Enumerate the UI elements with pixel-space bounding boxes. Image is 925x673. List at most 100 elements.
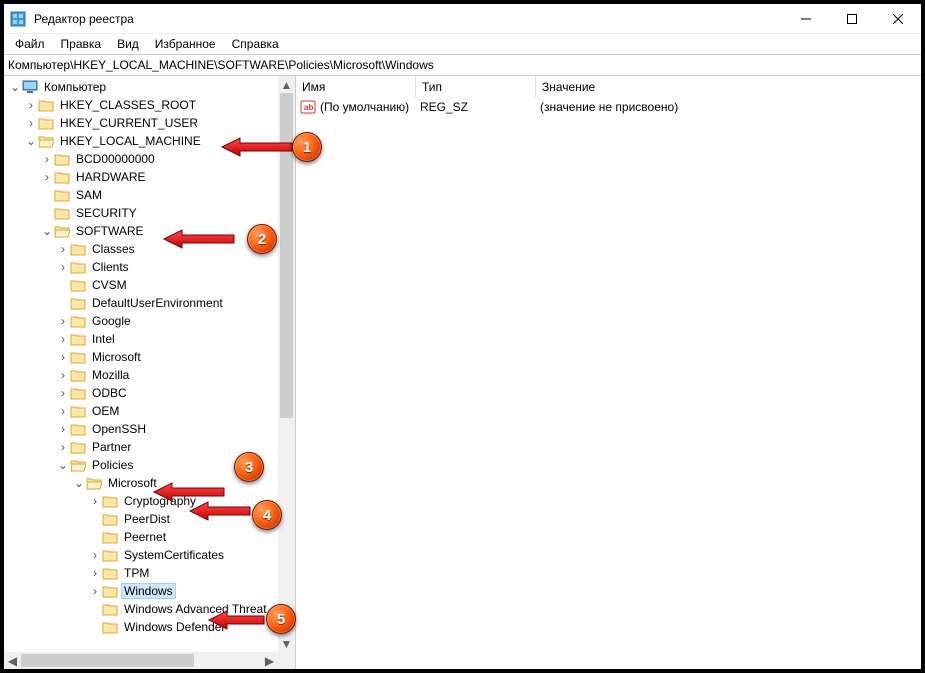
tree-item-sw[interactable]: ⌄ SOFTWARE <box>6 222 278 240</box>
menu-favorites[interactable]: Избранное <box>148 35 223 53</box>
expand-toggle[interactable]: › <box>40 152 54 166</box>
tree-item-hklm[interactable]: ⌄ HKEY_LOCAL_MACHINE <box>6 132 278 150</box>
menu-edit[interactable]: Правка <box>54 35 109 53</box>
tree-item-google[interactable]: › Google <box>6 312 278 330</box>
svg-text:ab: ab <box>304 103 313 112</box>
tree-item-pms[interactable]: ⌄ Microsoft <box>6 474 278 492</box>
minimize-button[interactable] <box>783 4 829 34</box>
expand-toggle[interactable]: › <box>56 260 70 274</box>
tree-item-peerdist[interactable]: PeerDist <box>6 510 278 528</box>
expand-toggle[interactable]: › <box>56 404 70 418</box>
scroll-corner <box>278 652 295 669</box>
tree-item-root[interactable]: ⌄ Компьютер <box>6 78 278 96</box>
tree-item-syscert[interactable]: › SystemCertificates <box>6 546 278 564</box>
folder-icon <box>70 422 86 436</box>
folder-icon <box>70 458 86 472</box>
window-title: Редактор реестра <box>34 12 134 26</box>
expand-toggle[interactable]: › <box>56 386 70 400</box>
tree-vertical-scrollbar[interactable]: ▲ ▼ <box>278 76 295 652</box>
close-button[interactable] <box>875 4 921 34</box>
tree-item-cvsm[interactable]: CVSM <box>6 276 278 294</box>
tree-label: Cryptography <box>122 494 198 508</box>
tree-item-odbc[interactable]: › ODBC <box>6 384 278 402</box>
tree-item-classes[interactable]: › Classes <box>6 240 278 258</box>
registry-editor-window: Редактор реестра Файл Правка Вид Избранн… <box>0 0 925 673</box>
tree-item-oem[interactable]: › OEM <box>6 402 278 420</box>
tree-label: Clients <box>90 260 131 274</box>
expand-toggle[interactable]: › <box>56 422 70 436</box>
folder-icon <box>54 224 70 238</box>
expand-toggle[interactable]: › <box>88 548 102 562</box>
expand-toggle[interactable]: ⌄ <box>56 458 70 472</box>
expand-toggle[interactable]: › <box>88 566 102 580</box>
tree-item-sec[interactable]: SECURITY <box>6 204 278 222</box>
tree-item-hkcr[interactable]: › HKEY_CLASSES_ROOT <box>6 96 278 114</box>
expand-toggle[interactable]: › <box>56 368 70 382</box>
tree-item-partner[interactable]: › Partner <box>6 438 278 456</box>
tree-label: Policies <box>90 458 135 472</box>
expand-toggle[interactable]: ⌄ <box>72 476 86 490</box>
tree-item-openssh[interactable]: › OpenSSH <box>6 420 278 438</box>
tree-item-crypt[interactable]: › Cryptography <box>6 492 278 510</box>
tree-item-ms[interactable]: › Microsoft <box>6 348 278 366</box>
expand-toggle[interactable]: › <box>40 170 54 184</box>
tree-item-bcd[interactable]: › BCD00000000 <box>6 150 278 168</box>
tree-item-hkcu[interactable]: › HKEY_CURRENT_USER <box>6 114 278 132</box>
expand-toggle[interactable]: › <box>88 494 102 508</box>
tree-horizontal-scrollbar[interactable]: ◀ ▶ <box>4 652 278 669</box>
tree-label: DefaultUserEnvironment <box>90 296 225 310</box>
tree-view[interactable]: ⌄ Компьютер › HKEY_CLASSES_ROOT › HKEY_C… <box>4 76 278 669</box>
tree-item-intel[interactable]: › Intel <box>6 330 278 348</box>
values-list[interactable]: ab (По умолчанию) REG_SZ (значение не пр… <box>296 98 921 669</box>
tree-label: TPM <box>122 566 151 580</box>
expand-toggle[interactable]: › <box>24 116 38 130</box>
scroll-thumb[interactable] <box>280 93 293 418</box>
tree-item-wat[interactable]: Windows Advanced Threat <box>6 600 278 618</box>
expand-toggle[interactable]: ⌄ <box>40 224 54 238</box>
menu-help[interactable]: Справка <box>225 35 286 53</box>
column-type[interactable]: Тип <box>416 76 536 98</box>
expand-toggle[interactable]: › <box>56 440 70 454</box>
expand-toggle[interactable]: ⌄ <box>8 80 22 94</box>
menu-view[interactable]: Вид <box>110 35 146 53</box>
scroll-left-icon[interactable]: ◀ <box>4 652 21 669</box>
folder-icon <box>102 494 118 508</box>
scroll-down-icon[interactable]: ▼ <box>278 635 295 652</box>
scroll-thumb[interactable] <box>21 654 194 667</box>
expand-toggle[interactable]: › <box>56 242 70 256</box>
column-name[interactable]: Имя <box>296 76 416 98</box>
column-value[interactable]: Значение <box>536 76 921 98</box>
folder-icon <box>70 242 86 256</box>
tree-label: Peernet <box>122 530 168 544</box>
tree-label: Microsoft <box>90 350 143 364</box>
maximize-button[interactable] <box>829 4 875 34</box>
folder-icon <box>38 134 54 148</box>
expand-toggle[interactable]: › <box>88 584 102 598</box>
tree-item-peernet[interactable]: Peernet <box>6 528 278 546</box>
tree-item-due[interactable]: DefaultUserEnvironment <box>6 294 278 312</box>
tree-item-tpm[interactable]: › TPM <box>6 564 278 582</box>
menu-file[interactable]: Файл <box>8 35 52 53</box>
expand-toggle[interactable]: › <box>56 350 70 364</box>
tree-item-win[interactable]: › Windows <box>6 582 278 600</box>
tree-item-clients[interactable]: › Clients <box>6 258 278 276</box>
address-bar[interactable]: Компьютер\HKEY_LOCAL_MACHINE\SOFTWARE\Po… <box>4 54 921 76</box>
title-bar: Редактор реестра <box>4 4 921 34</box>
tree-label: Partner <box>90 440 133 454</box>
tree-item-sam[interactable]: SAM <box>6 186 278 204</box>
value-row[interactable]: ab (По умолчанию) REG_SZ (значение не пр… <box>296 98 921 116</box>
tree-item-moz[interactable]: › Mozilla <box>6 366 278 384</box>
scroll-right-icon[interactable]: ▶ <box>261 652 278 669</box>
main-area: ⌄ Компьютер › HKEY_CLASSES_ROOT › HKEY_C… <box>4 76 921 669</box>
string-value-icon: ab <box>300 99 316 115</box>
expand-toggle[interactable]: › <box>56 314 70 328</box>
tree-item-hw[interactable]: › HARDWARE <box>6 168 278 186</box>
scroll-up-icon[interactable]: ▲ <box>278 76 295 93</box>
folder-icon <box>54 206 70 220</box>
expand-toggle[interactable]: ⌄ <box>24 134 38 148</box>
expand-toggle[interactable]: › <box>56 332 70 346</box>
tree-item-policies[interactable]: ⌄ Policies <box>6 456 278 474</box>
tree-item-wd[interactable]: Windows Defender <box>6 618 278 636</box>
expand-toggle[interactable]: › <box>24 98 38 112</box>
menu-bar: Файл Правка Вид Избранное Справка <box>4 34 921 54</box>
